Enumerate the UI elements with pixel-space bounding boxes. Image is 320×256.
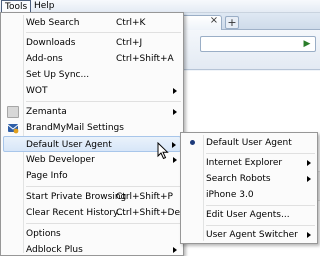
menu-item-label: Web Developer xyxy=(26,155,95,165)
go-arrow-icon[interactable]: ▶ xyxy=(301,38,313,50)
submenu-arrow-icon xyxy=(307,176,311,182)
menu-item-label: Clear Recent History... xyxy=(26,208,126,218)
menu-item-user-agent-switcher[interactable]: User Agent Switcher xyxy=(183,227,315,243)
menu-item-label: Default User Agent xyxy=(206,138,292,148)
menu-item-label: WOT xyxy=(26,86,48,96)
brandmymail-icon xyxy=(7,122,19,134)
menu-item-shortcut: Ctrl+J xyxy=(116,38,143,48)
menu-item-page-info[interactable]: Page Info xyxy=(3,168,181,184)
menu-item-label: Set Up Sync... xyxy=(26,70,90,80)
menu-item-label: Search Robots xyxy=(206,174,271,184)
menu-item-label: Start Private Browsing xyxy=(26,192,127,202)
menu-item-search-robots[interactable]: Search Robots xyxy=(183,171,315,187)
menu-item-shortcut: Ctrl+K xyxy=(116,18,146,28)
zemanta-icon xyxy=(7,106,19,118)
menu-item-edit-user-agents[interactable]: Edit User Agents... xyxy=(183,207,315,223)
menu-item-default-user-agent-option[interactable]: Default User Agent xyxy=(183,135,315,151)
menu-item-wot[interactable]: WOT xyxy=(3,83,181,99)
menu-separator xyxy=(206,225,315,226)
menu-item-web-search[interactable]: Web Search Ctrl+K xyxy=(3,15,181,31)
menu-item-label: Default User Agent xyxy=(26,140,112,150)
menu-item-options[interactable]: Options xyxy=(3,226,181,242)
menu-item-zemanta[interactable]: Zemanta xyxy=(3,104,181,120)
submenu-arrow-icon xyxy=(172,142,176,148)
menu-item-set-up-sync[interactable]: Set Up Sync... xyxy=(3,67,181,83)
tools-menu: Web Search Ctrl+K Downloads Ctrl+J Add-o… xyxy=(0,12,184,256)
submenu-arrow-icon xyxy=(173,109,177,115)
menu-separator xyxy=(26,101,181,102)
menu-item-label: Add-ons xyxy=(26,54,63,64)
url-bar[interactable] xyxy=(200,36,316,52)
menu-item-label: Edit User Agents... xyxy=(206,210,290,220)
menu-item-label: BrandMyMail Settings xyxy=(26,123,124,133)
submenu-arrow-icon xyxy=(307,232,311,238)
menu-item-label: Options xyxy=(26,229,61,239)
submenu-arrow-icon xyxy=(173,88,177,94)
menu-item-shortcut: Ctrl+Shift+P xyxy=(116,192,173,202)
submenu-arrow-icon xyxy=(173,247,177,253)
menu-item-label: Zemanta xyxy=(26,107,67,117)
menu-item-internet-explorer[interactable]: Internet Explorer xyxy=(183,155,315,171)
menu-item-brandmymail-settings[interactable]: BrandMyMail Settings xyxy=(3,120,181,136)
menu-separator xyxy=(26,186,181,187)
menu-item-add-ons[interactable]: Add-ons Ctrl+Shift+A xyxy=(3,51,181,67)
menu-separator xyxy=(26,223,181,224)
user-agent-submenu: Default User Agent Internet Explorer Sea… xyxy=(180,132,318,244)
menu-item-web-developer[interactable]: Web Developer xyxy=(3,152,181,168)
menu-item-shortcut: Ctrl+Shift+Del xyxy=(116,208,183,218)
submenu-arrow-icon xyxy=(173,157,177,163)
menu-item-default-user-agent[interactable]: Default User Agent xyxy=(3,136,181,152)
menu-separator xyxy=(206,153,315,154)
menu-item-label: Web Search xyxy=(26,18,80,28)
menubar-help-label: Help xyxy=(34,1,55,11)
menu-item-label: Downloads xyxy=(26,38,76,48)
new-tab-icon[interactable]: + xyxy=(225,16,239,29)
menu-item-shortcut: Ctrl+Shift+A xyxy=(116,54,174,64)
menu-item-start-private-browsing[interactable]: Start Private Browsing Ctrl+Shift+P xyxy=(3,189,181,205)
menu-item-clear-recent-history[interactable]: Clear Recent History... Ctrl+Shift+Del xyxy=(3,205,183,221)
menu-separator xyxy=(26,32,181,33)
radio-selected-icon xyxy=(190,140,195,145)
submenu-arrow-icon xyxy=(307,160,311,166)
menu-item-adblock-plus[interactable]: Adblock Plus xyxy=(3,242,181,256)
menu-item-label: Adblock Plus xyxy=(26,245,83,255)
menu-item-label: Page Info xyxy=(26,171,68,181)
mouse-cursor-icon xyxy=(157,141,171,160)
menubar-tools-label: Tools xyxy=(5,2,28,12)
menu-item-label: Internet Explorer xyxy=(206,158,283,168)
menu-item-iphone-3[interactable]: iPhone 3.0 xyxy=(183,187,315,203)
menu-item-label: iPhone 3.0 xyxy=(206,190,254,200)
menu-separator xyxy=(206,205,315,206)
menu-item-downloads[interactable]: Downloads Ctrl+J xyxy=(3,35,181,51)
bookmarks-toolbar xyxy=(200,57,320,69)
close-tab-icon[interactable]: × xyxy=(208,15,220,27)
menu-item-label: User Agent Switcher xyxy=(206,230,298,240)
